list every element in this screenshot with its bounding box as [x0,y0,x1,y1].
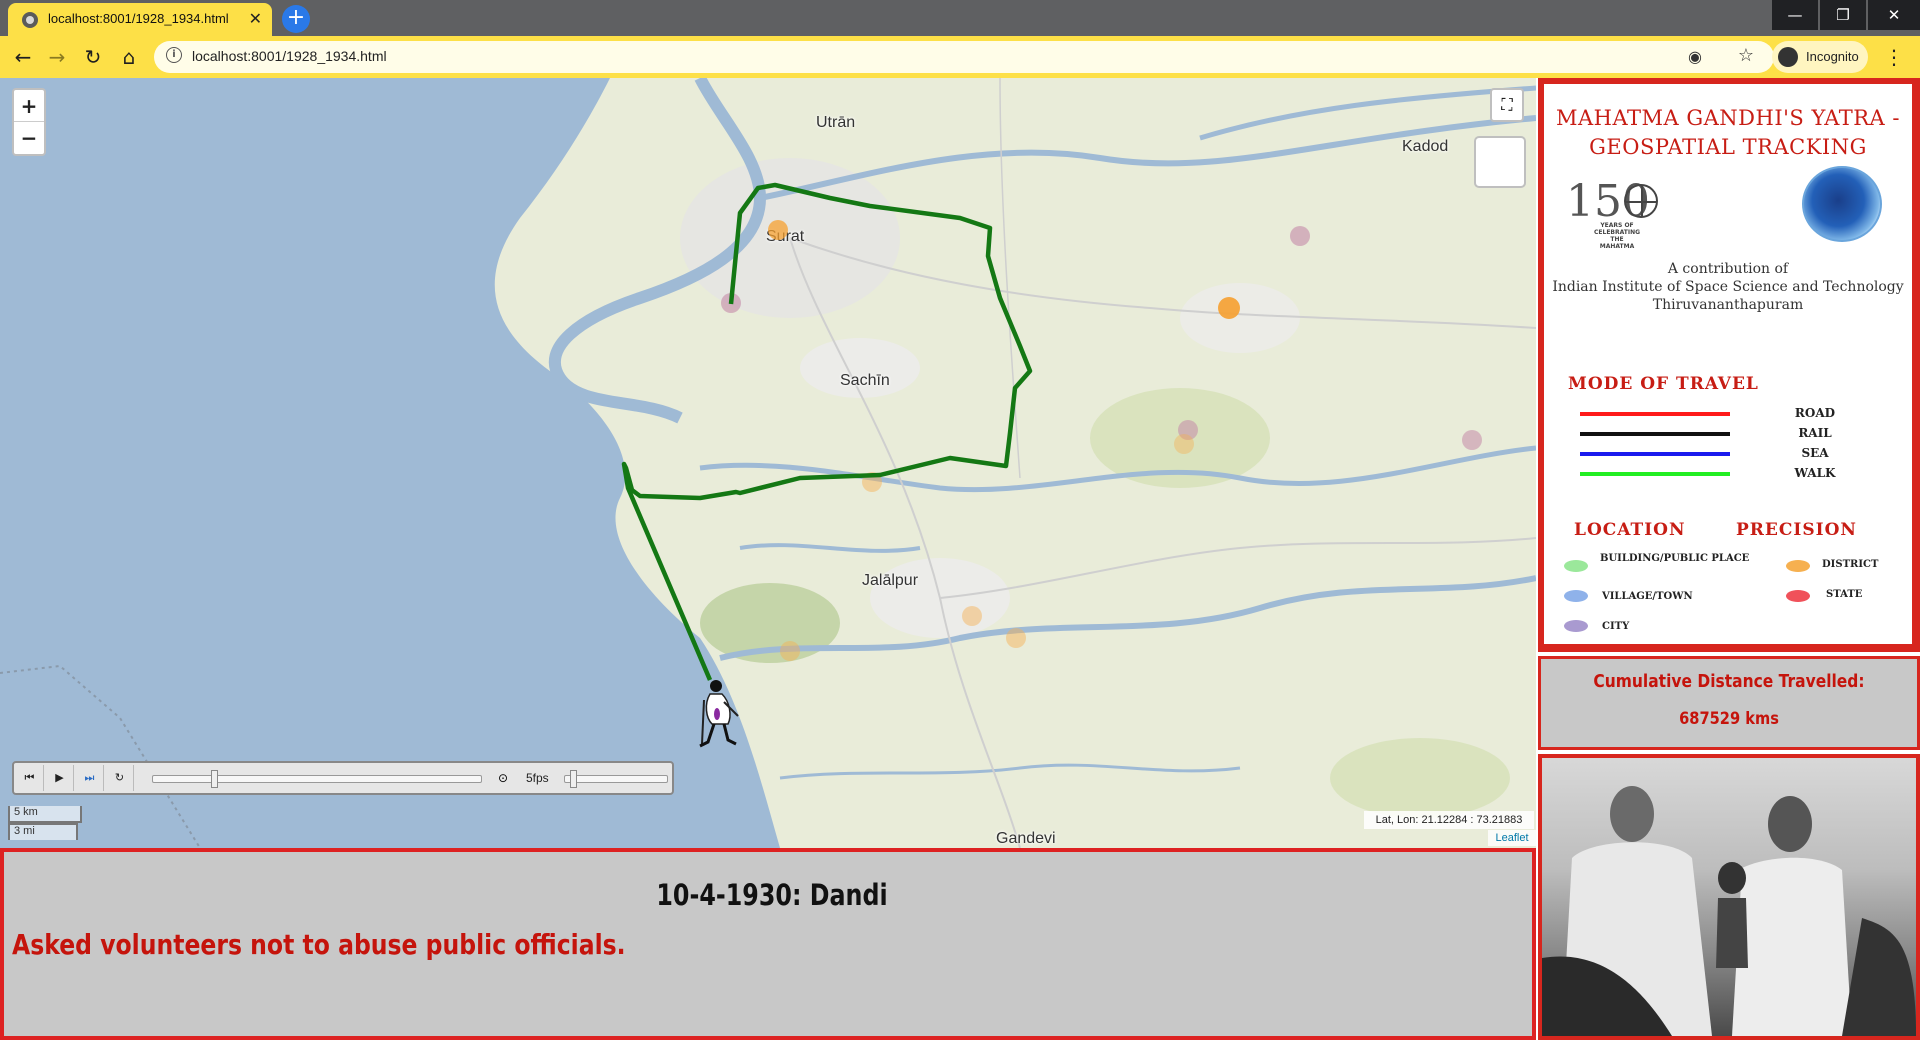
gandhi-walking-icon [699,680,739,748]
browser-toolbar: ← → ↻ ⌂ i localhost:8001/1928_1934.html … [0,36,1920,78]
legend-walk-label: WALK [1794,466,1836,480]
charkha-wheel-icon [1624,184,1658,218]
event-description: Asked volunteers not to abuse public off… [12,928,626,961]
time-slider[interactable] [152,770,482,788]
contribution-text: A contribution of Indian Institute of Sp… [1544,260,1912,314]
marker-district[interactable] [1218,297,1240,319]
leaflet-attribution-link[interactable]: Leaflet [1488,830,1536,846]
contribution-line-3: Thiruvananthapuram [1652,297,1804,313]
window-close-button[interactable]: ✕ [1868,0,1920,30]
page-title: MAHATMA GANDHI'S YATRA - GEOSPATIAL TRAC… [1544,104,1912,162]
address-url[interactable]: localhost:8001/1928_1934.html [192,48,387,64]
zoom-control: + − [12,88,46,156]
browser-tab-strip: localhost:8001/1928_1934.html ✕ + — ❐ ✕ [0,0,1920,36]
tab-close-icon[interactable]: ✕ [249,9,262,28]
marker-district[interactable] [768,220,788,240]
precision-village-label: VILLAGE/TOWN [1602,591,1693,602]
globe-icon [22,12,38,28]
reload-loop-icon[interactable]: ↻ [106,765,134,791]
legend-rail-label: RAIL [1798,426,1832,440]
back-arrow-icon[interactable]: ← [8,42,38,72]
precision-district-dot [1786,560,1810,572]
minimize-button[interactable]: — [1772,0,1818,30]
marker-district[interactable] [780,641,800,661]
precision-city-dot [1564,620,1588,632]
marker-district[interactable] [1174,434,1194,454]
title-line-2: GEOSPATIAL TRACKING [1589,135,1867,159]
scale-imperial: 3 mi [8,823,78,840]
home-icon[interactable]: ⌂ [114,42,144,72]
forward-arrow-icon[interactable]: → [42,42,72,72]
timeline-player: ⏮ ▶ ⏭ ↻ ⊙ 5fps [12,761,674,795]
route-layer [621,182,1482,681]
browser-tab[interactable]: localhost:8001/1928_1934.html ✕ [8,3,272,36]
map-view[interactable]: Utrān Kadod Surat Sachīn Jalālpur Gandev… [0,78,1536,848]
historical-photo-panel [1538,754,1920,1040]
speed-slider[interactable] [564,770,668,788]
address-bar[interactable]: i localhost:8001/1928_1934.html ◉ ☆ [154,41,1774,73]
iist-logo [1802,166,1882,242]
title-line-1: MAHATMA GANDHI'S YATRA - [1556,106,1900,130]
legend-rail-line [1580,432,1730,436]
browser-menu-icon[interactable]: ⋮ [1884,42,1904,72]
150-years-logo: 150 YEARS OF CELEBRATING THE MAHATMA [1566,176,1666,250]
play-icon[interactable]: ▶ [46,765,74,791]
zoom-in-button[interactable]: + [14,90,44,122]
legend-road-label: ROAD [1794,406,1836,420]
precision-heading: PRECISION [1736,520,1857,540]
new-tab-button[interactable]: + [282,5,310,33]
map-scale: 5 km 3 mi [8,806,82,840]
cursor-coordinates: Lat, Lon: 21.12284 : 73.21883 [1364,811,1534,829]
marker-city[interactable] [1462,430,1482,450]
speed-slider-thumb[interactable] [569,770,577,788]
incognito-profile-button[interactable]: Incognito [1772,41,1868,73]
tracking-eye-icon[interactable]: ◉ [1688,47,1702,66]
legend-sea-line [1580,452,1730,456]
marker-city[interactable] [1290,226,1310,246]
precision-building-dot [1564,560,1588,572]
legend-road-line [1580,412,1730,416]
rewind-icon[interactable]: ⏮ [16,765,44,791]
precision-city-label: CITY [1602,621,1630,632]
contribution-line-2: Indian Institute of Space Science and Te… [1552,279,1904,295]
precision-state-label: STATE [1826,589,1863,600]
distance-value: 687529 kms [1679,709,1779,729]
clock-icon: ⊙ [498,771,509,785]
distance-label: Cumulative Distance Travelled: [1593,671,1865,692]
event-info-panel: 10-4-1930: Dandi Asked volunteers not to… [0,848,1536,1040]
mode-of-travel-heading: MODE OF TRAVEL [1568,374,1759,394]
time-slider-thumb[interactable] [210,770,218,788]
restore-button[interactable]: ❐ [1820,0,1866,30]
walk-route-line [621,182,1033,681]
reload-icon[interactable]: ↻ [78,42,108,72]
contribution-line-1: A contribution of [1667,261,1789,277]
precision-village-dot [1564,590,1588,602]
location-heading: LOCATION [1574,520,1686,540]
bookmark-star-icon[interactable]: ☆ [1738,45,1754,66]
precision-state-dot [1786,590,1810,602]
marker-district[interactable] [962,606,982,626]
speed-label: 5fps [526,771,549,785]
sidebar-legend-panel: MAHATMA GANDHI'S YATRA - GEOSPATIAL TRAC… [1538,78,1920,652]
legend-sea-label: SEA [1801,446,1829,460]
fast-forward-icon[interactable]: ⏭ [76,765,104,791]
precision-building-label: BUILDING/PUBLIC PLACE [1600,553,1750,564]
legend-walk-line [1580,472,1730,476]
precision-district-label: DISTRICT [1822,559,1879,570]
scale-metric: 5 km [8,806,82,823]
layer-switcher-button[interactable] [1474,136,1526,188]
gandhi-photo [1542,758,1916,1036]
tab-title: localhost:8001/1928_1934.html [48,11,229,26]
legend-card: MAHATMA GANDHI'S YATRA - GEOSPATIAL TRAC… [1544,84,1912,644]
incognito-label: Incognito [1806,49,1859,64]
zoom-out-button[interactable]: − [14,122,44,154]
fullscreen-icon[interactable]: ⛶ [1490,88,1524,122]
event-date-place: 10-4-1930: Dandi [656,878,888,912]
marker-district[interactable] [1006,628,1026,648]
site-info-icon[interactable]: i [166,47,182,63]
cumulative-distance-panel: Cumulative Distance Travelled: 687529 km… [1538,656,1920,750]
incognito-icon [1778,47,1798,67]
